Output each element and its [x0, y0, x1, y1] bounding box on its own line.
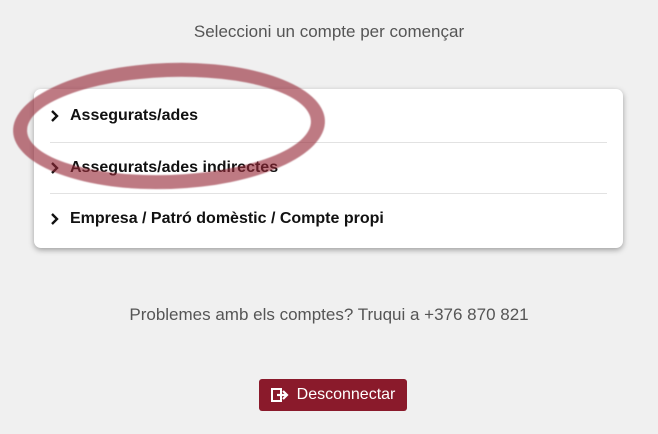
chevron-right-icon	[50, 110, 70, 122]
account-item-label: Assegurats/ades indirectes	[70, 159, 279, 176]
account-list: Assegurats/ades Assegurats/ades indirect…	[34, 89, 623, 248]
page-title: Seleccioni un compte per començar	[193, 22, 465, 41]
sign-out-icon	[270, 387, 289, 403]
account-item-empresa[interactable]: Empresa / Patró domèstic / Compte propi	[50, 193, 607, 244]
support-text: Problemes amb els comptes? Truqui a +376…	[129, 305, 529, 324]
account-item-assegurats-indirectes[interactable]: Assegurats/ades indirectes	[50, 142, 607, 193]
account-item-label: Empresa / Patró domèstic / Compte propi	[70, 210, 384, 227]
account-item-assegurats[interactable]: Assegurats/ades	[50, 91, 607, 141]
account-selection-page: Seleccioni un compte per començar Assegu…	[0, 0, 658, 434]
chevron-right-icon	[50, 162, 70, 174]
logout-button[interactable]: Desconnectar	[259, 379, 407, 411]
logout-label: Desconnectar	[296, 386, 396, 403]
chevron-right-icon	[50, 213, 70, 225]
account-item-label: Assegurats/ades	[70, 107, 199, 124]
